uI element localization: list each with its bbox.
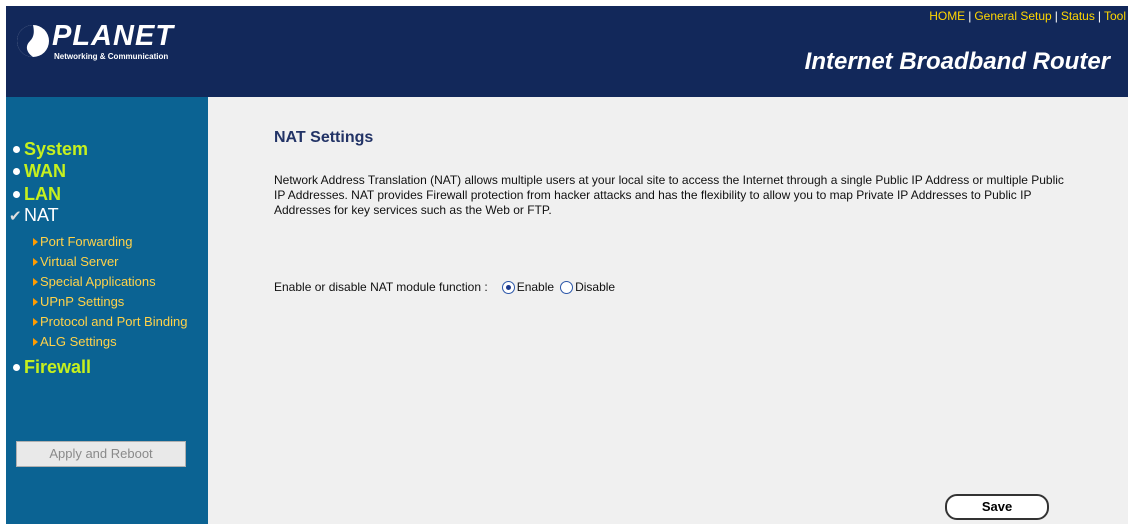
nav-separator: |	[1054, 9, 1058, 23]
nav-tool-link[interactable]: Tool	[1104, 9, 1126, 23]
sidebar-item-lan[interactable]: LAN	[9, 184, 61, 205]
nav-separator: |	[968, 9, 972, 23]
apply-and-reboot-button[interactable]: Apply and Reboot	[16, 441, 186, 467]
product-title: Internet Broadband Router	[804, 48, 1110, 75]
page-title: NAT Settings	[274, 129, 374, 146]
sidebar-item-label: LAN	[24, 184, 61, 204]
planet-globe-icon	[17, 25, 49, 57]
sidebar-item-wan[interactable]: WAN	[9, 161, 66, 182]
nat-description: Network Address Translation (NAT) allows…	[274, 173, 1064, 217]
arrow-right-icon	[33, 237, 38, 246]
submenu-label: Protocol and Port Binding	[40, 314, 188, 329]
enable-radio[interactable]	[501, 280, 515, 294]
save-button[interactable]: Save	[945, 494, 1049, 520]
submenu-upnp-settings[interactable]: UPnP Settings	[33, 294, 124, 309]
arrow-right-icon	[33, 337, 38, 346]
submenu-virtual-server[interactable]: Virtual Server	[33, 254, 119, 269]
bullet-icon	[13, 146, 20, 153]
checkmark-icon: ✔	[9, 207, 22, 225]
top-navigation: HOME | General Setup | Status | Tool	[929, 9, 1126, 23]
content-panel: NAT Settings Network Address Translation…	[208, 97, 1128, 524]
arrow-right-icon	[33, 317, 38, 326]
arrow-right-icon	[33, 297, 38, 306]
brand-tagline: Networking & Communication	[54, 52, 169, 61]
sidebar-item-firewall[interactable]: Firewall	[9, 357, 91, 378]
submenu-label: Virtual Server	[40, 254, 119, 269]
sidebar-menu: System WAN LAN ✔ NAT Port Forwarding Vir…	[6, 97, 208, 524]
sidebar-item-nat[interactable]: ✔ NAT	[9, 205, 59, 226]
disable-radio-label[interactable]: Disable	[575, 280, 615, 294]
nav-general-setup-link[interactable]: General Setup	[974, 9, 1051, 23]
submenu-protocol-port-binding[interactable]: Protocol and Port Binding	[33, 314, 187, 329]
nat-toggle-label: Enable or disable NAT module function :	[274, 280, 488, 294]
nav-separator: |	[1097, 9, 1101, 23]
arrow-right-icon	[33, 277, 38, 286]
sidebar-item-label: System	[24, 139, 89, 159]
submenu-label: ALG Settings	[40, 334, 117, 349]
enable-radio-label[interactable]: Enable	[517, 280, 554, 294]
submenu-label: UPnP Settings	[40, 294, 125, 309]
bullet-icon	[13, 168, 20, 175]
sidebar-item-label: NAT	[24, 205, 59, 225]
sidebar-item-system[interactable]: System	[9, 139, 88, 160]
sidebar-item-label: WAN	[24, 161, 66, 181]
disable-radio[interactable]	[560, 280, 574, 294]
submenu-port-forwarding[interactable]: Port Forwarding	[33, 234, 132, 249]
arrow-right-icon	[33, 257, 38, 266]
submenu-alg-settings[interactable]: ALG Settings	[33, 334, 117, 349]
bullet-icon	[13, 364, 20, 371]
submenu-label: Port Forwarding	[40, 234, 133, 249]
nav-status-link[interactable]: Status	[1061, 9, 1095, 23]
submenu-special-applications[interactable]: Special Applications	[33, 274, 156, 289]
submenu-label: Special Applications	[40, 274, 156, 289]
brand-name: PLANET	[52, 20, 174, 52]
header-banner: PLANET Networking & Communication HOME | G…	[6, 6, 1128, 97]
bullet-icon	[13, 191, 20, 198]
nat-toggle-row: Enable or disable NAT module function : …	[274, 280, 621, 294]
nav-home-link[interactable]: HOME	[929, 9, 965, 23]
sidebar-item-label: Firewall	[24, 357, 92, 377]
planet-logo[interactable]: PLANET Networking & Communication	[14, 18, 194, 68]
